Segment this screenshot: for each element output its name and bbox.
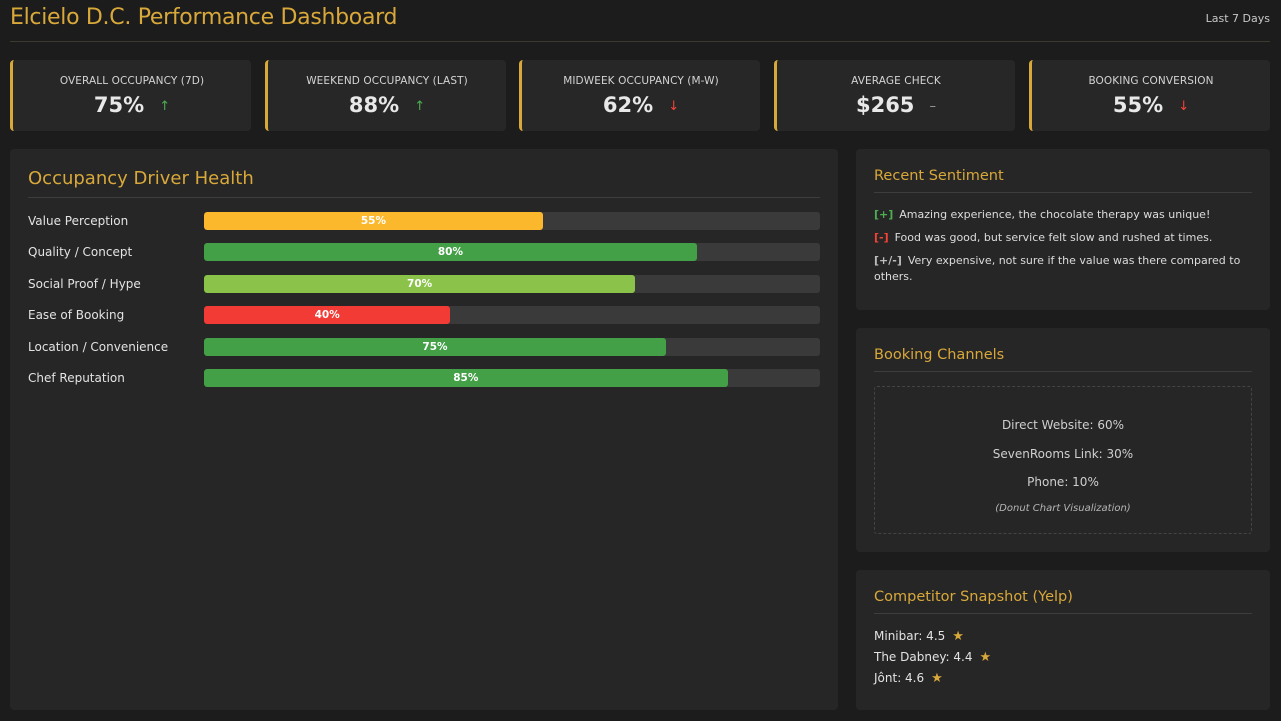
- star-icon: ★: [952, 629, 964, 644]
- negative-tag: [-]: [874, 231, 889, 244]
- date-range-label[interactable]: Last 7 Days: [1206, 12, 1270, 25]
- competitor-rating: Jônt: 4.6: [874, 671, 925, 685]
- driver-label: Value Perception: [28, 214, 129, 228]
- progress-track: 75%: [204, 338, 820, 356]
- kpi-card-midweek-occupancy: MIDWEEK OCCUPANCY (M-W) 62% ↓: [519, 60, 760, 131]
- sentiment-item: [+] Amazing experience, the chocolate the…: [874, 207, 1252, 223]
- progress-track: 70%: [204, 275, 820, 293]
- competitor-item: Jônt: 4.6 ★: [874, 671, 943, 686]
- driver-row: Value Perception 55%: [28, 212, 820, 230]
- sentiment-text: Food was good, but service felt slow and…: [894, 231, 1213, 244]
- competitor-rating: Minibar: 4.5: [874, 629, 946, 643]
- kpi-card-booking-conversion: BOOKING CONVERSION 55% ↓: [1029, 60, 1270, 131]
- kpi-value: 62%: [602, 93, 654, 117]
- trend-down-icon: ↓: [1178, 99, 1190, 114]
- kpi-label: AVERAGE CHECK: [851, 75, 941, 87]
- channel-line: SevenRooms Link: 30%: [992, 447, 1134, 461]
- panel-title: Occupancy Driver Health: [28, 168, 254, 189]
- panel-title: Recent Sentiment: [874, 168, 1004, 184]
- progress-bar: 75%: [204, 338, 666, 356]
- recent-sentiment-panel: Recent Sentiment [+] Amazing experience, …: [856, 149, 1270, 310]
- progress-bar: 55%: [204, 212, 543, 230]
- sentiment-item: [-] Food was good, but service felt slow …: [874, 230, 1252, 246]
- kpi-card-overall-occupancy: OVERALL OCCUPANCY (7D) 75% ↑: [10, 60, 251, 131]
- star-icon: ★: [931, 671, 943, 686]
- driver-health-panel: Occupancy Driver Health Value Perception…: [10, 149, 838, 710]
- kpi-value: 55%: [1112, 93, 1164, 117]
- page-title: Elcielo D.C. Performance Dashboard: [10, 5, 398, 30]
- dashboard-header: Elcielo D.C. Performance Dashboard Last …: [10, 0, 1270, 42]
- positive-tag: [+]: [874, 208, 894, 221]
- progress-bar: 70%: [204, 275, 636, 293]
- progress-track: 40%: [204, 306, 820, 324]
- channel-line: Phone: 10%: [1027, 475, 1099, 489]
- trend-down-icon: ↓: [668, 99, 680, 114]
- progress-track: 80%: [204, 243, 820, 261]
- kpi-card-average-check: AVERAGE CHECK $265 –: [774, 60, 1015, 131]
- progress-bar: 85%: [204, 369, 728, 387]
- sentiment-text: Very expensive, not sure if the value wa…: [874, 254, 1241, 283]
- trend-flat-icon: –: [929, 99, 937, 114]
- progress-track: 85%: [204, 369, 820, 387]
- progress-track: 55%: [204, 212, 820, 230]
- competitor-rating: The Dabney: 4.4: [874, 650, 973, 664]
- kpi-label: MIDWEEK OCCUPANCY (M-W): [563, 75, 719, 87]
- competitor-snapshot-panel: Competitor Snapshot (Yelp) Minibar: 4.5 ★…: [856, 570, 1270, 710]
- sentiment-item: [+/-] Very expensive, not sure if the val…: [874, 253, 1252, 285]
- kpi-value: $265: [855, 93, 915, 117]
- kpi-value: 75%: [93, 93, 145, 117]
- driver-label: Social Proof / Hype: [28, 277, 141, 291]
- divider: [874, 371, 1252, 372]
- driver-label: Location / Convenience: [28, 340, 169, 354]
- driver-row: Chef Reputation 85%: [28, 369, 820, 387]
- divider: [874, 613, 1252, 614]
- progress-bar: 80%: [204, 243, 697, 261]
- driver-label: Ease of Booking: [28, 308, 125, 322]
- channel-line: Direct Website: 60%: [1001, 418, 1125, 432]
- divider: [874, 192, 1252, 193]
- booking-channels-panel: Booking Channels Direct Website: 60% Sev…: [856, 328, 1270, 552]
- donut-chart-placeholder: Direct Website: 60% SevenRooms Link: 30%…: [874, 386, 1252, 534]
- kpi-card-weekend-occupancy: WEEKEND OCCUPANCY (LAST) 88% ↑: [265, 60, 506, 131]
- divider: [28, 197, 820, 198]
- competitor-item: Minibar: 4.5 ★: [874, 629, 964, 644]
- driver-label: Chef Reputation: [28, 371, 125, 385]
- kpi-label: WEEKEND OCCUPANCY (LAST): [306, 75, 468, 87]
- kpi-value: 88%: [348, 93, 400, 117]
- mixed-tag: [+/-]: [874, 254, 902, 267]
- driver-row: Quality / Concept 80%: [28, 243, 820, 261]
- driver-row: Location / Convenience 75%: [28, 338, 820, 356]
- trend-up-icon: ↑: [159, 99, 171, 114]
- trend-up-icon: ↑: [414, 99, 426, 114]
- driver-row: Social Proof / Hype 70%: [28, 275, 820, 293]
- progress-bar: 40%: [204, 306, 451, 324]
- competitor-item: The Dabney: 4.4 ★: [874, 650, 991, 665]
- kpi-label: OVERALL OCCUPANCY (7D): [59, 75, 205, 87]
- sentiment-text: Amazing experience, the chocolate therap…: [899, 208, 1211, 221]
- chart-note: (Donut Chart Visualization): [995, 503, 1131, 514]
- kpi-label: BOOKING CONVERSION: [1088, 75, 1214, 87]
- panel-title: Competitor Snapshot (Yelp): [874, 589, 1073, 605]
- panel-title: Booking Channels: [874, 347, 1005, 363]
- driver-row: Ease of Booking 40%: [28, 306, 820, 324]
- driver-label: Quality / Concept: [28, 245, 133, 259]
- star-icon: ★: [979, 650, 992, 665]
